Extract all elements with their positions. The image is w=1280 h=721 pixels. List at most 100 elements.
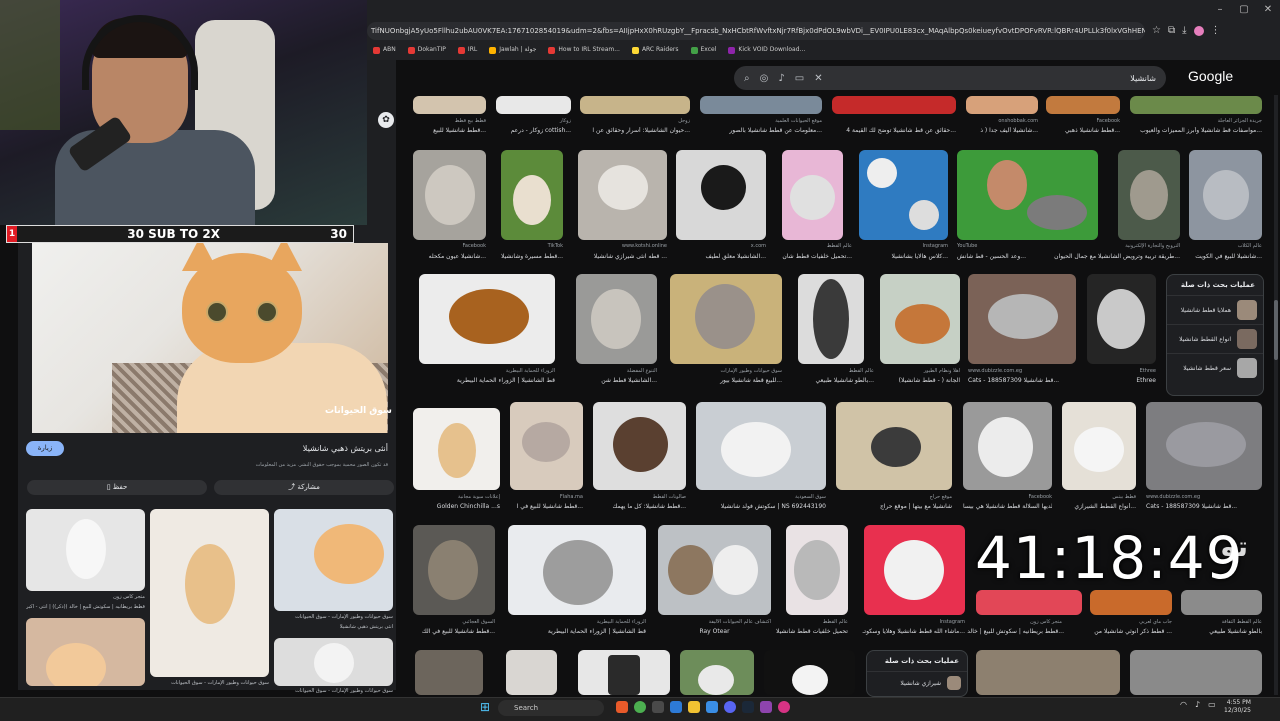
result-source[interactable]: سوق السعودية [696, 494, 826, 500]
result-title[interactable]: قطط ذكر أنوثي شانشيلا من ... [1070, 628, 1172, 635]
share-button[interactable]: ⤴ مشاركة [214, 480, 394, 495]
image-result[interactable] [859, 150, 948, 240]
result-source[interactable]: Flaha.ma [510, 494, 583, 500]
image-result[interactable] [957, 150, 1098, 240]
related-caption[interactable]: سوق حيوانات وطيور الإمارات - سوق الحيوان… [274, 688, 393, 694]
save-button[interactable]: ▯ حفظ [27, 480, 207, 495]
image-result[interactable] [864, 525, 965, 615]
result-title[interactable]: قطط شانشيلا للبيع... [413, 127, 486, 134]
bookmark-item[interactable]: DokanTIP [407, 42, 446, 58]
result-source[interactable]: جريدة الجزائر العاجلة [1130, 118, 1262, 124]
taskbar-search[interactable]: Search [498, 700, 604, 716]
profile-avatar[interactable] [1193, 26, 1204, 36]
result-source[interactable]: عالم القطط [786, 619, 848, 625]
image-result[interactable] [966, 96, 1038, 114]
related-image[interactable] [150, 509, 269, 677]
image-result[interactable] [1189, 150, 1262, 240]
related-caption[interactable]: قطط بريطانيه | سكوتش للبيع | خالد ((ذكر)… [26, 604, 145, 610]
image-result[interactable] [415, 650, 483, 695]
image-result[interactable] [1062, 402, 1136, 490]
result-title[interactable]: للبيع قطة شانشيلا بيور... [670, 377, 782, 384]
result-source[interactable]: عالم القطط [798, 368, 874, 374]
result-title[interactable]: تحميل خلفيات قطط شان... [772, 253, 852, 260]
image-result[interactable] [413, 408, 500, 490]
related-caption[interactable]: متجر كاس زون [26, 594, 145, 600]
result-source[interactable]: التنوع المفضلة [576, 368, 657, 374]
result-source[interactable]: Facebook [413, 243, 487, 249]
image-result[interactable] [508, 525, 646, 615]
mic-icon[interactable]: ♪ [778, 73, 784, 84]
image-result[interactable] [501, 150, 563, 240]
result-source[interactable]: www.dubizzle.com.eg [1146, 494, 1262, 500]
discord-icon[interactable] [724, 701, 736, 713]
result-title[interactable]: وعد الحسين - قط شانش... [957, 253, 1098, 260]
result-title[interactable]: حيوان الشانشيلا: أسرار وحقائق عن ا... [580, 127, 690, 134]
result-title[interactable]: قطط شانشيلا ذهبي... [1046, 127, 1120, 134]
result-source[interactable]: متجر كاس زون [976, 619, 1062, 625]
related-search-item[interactable]: هملايا قطط شانشيلا [1167, 295, 1263, 324]
result-title[interactable]: قط الشانشيلا | الزوراء الحماية البيطرية [419, 377, 555, 384]
related-search-item[interactable]: شيرازي شانشيلا [867, 671, 967, 694]
image-result[interactable] [1087, 274, 1156, 364]
result-source[interactable]: www.dubizzle.com.eg [968, 368, 1076, 374]
image-result[interactable] [580, 96, 690, 114]
image-result[interactable] [510, 402, 583, 490]
battery-icon[interactable]: ▭ [1208, 700, 1216, 709]
result-source[interactable]: Facebook [1046, 118, 1121, 124]
scrollbar-thumb[interactable] [1274, 300, 1278, 360]
image-result[interactable] [658, 525, 771, 615]
result-title[interactable]: الشانشيلا معلق لطيف... [676, 253, 766, 260]
result-source[interactable]: أهلا ونظام الطيور [880, 368, 960, 374]
image-result[interactable] [782, 150, 843, 240]
related-image[interactable] [26, 509, 145, 591]
image-result[interactable] [578, 150, 667, 240]
related-caption[interactable]: سوق حيوانات وطيور الإمارات - سوق الحيوان… [274, 614, 393, 620]
image-result[interactable] [968, 274, 1076, 364]
related-image[interactable] [274, 509, 393, 611]
result-title[interactable]: قطط شانشيلا: كل ما يهمك... [593, 503, 686, 510]
result-source[interactable]: Instagram [859, 243, 948, 249]
result-title[interactable]: كلاس هالايا بشانشيلا... [859, 253, 949, 260]
preview-title[interactable]: أنثى بريتش ذهبي شانشيلا [150, 444, 388, 453]
image-result[interactable] [832, 96, 956, 114]
image-result[interactable] [1181, 590, 1262, 615]
result-source[interactable]: الزوراء للحماية البيطرية [508, 619, 646, 625]
result-source[interactable]: صالونات القطط [593, 494, 686, 500]
windows-start-icon[interactable]: ⊞ [480, 700, 490, 714]
result-source[interactable]: قطط بيتس [1062, 494, 1136, 500]
file-explorer-icon[interactable] [688, 701, 700, 713]
result-title[interactable]: ماشاء الله قطط شانشيلا وهلايا وسكوتـ... [852, 628, 965, 635]
image-result[interactable] [1090, 590, 1172, 615]
result-source[interactable]: زوكار [496, 118, 571, 124]
page-scrollbar[interactable] [1274, 95, 1278, 695]
result-source[interactable]: سوق حيوانات وطيور الإمارات [670, 368, 782, 374]
image-result[interactable] [976, 590, 1082, 615]
result-title[interactable]: 4 حقائق عن قط شانشيلا توضح لك القيمة... [832, 127, 956, 134]
result-source[interactable]: الزوراء للحماية البيطرية [419, 368, 555, 374]
image-result[interactable] [1118, 150, 1180, 240]
paw-icon[interactable]: ✿ [378, 112, 394, 128]
image-result[interactable] [764, 650, 855, 695]
bookmark-star-icon[interactable]: ☆ [1152, 22, 1161, 40]
result-source[interactable]: www.kotshi.online [578, 243, 667, 249]
result-title[interactable]: شانشيلا للبيع في الكويت... [1189, 253, 1262, 260]
task-view-icon[interactable] [652, 701, 664, 713]
result-source[interactable]: x.com [676, 243, 766, 249]
keyboard-icon[interactable]: ▭ [795, 73, 804, 84]
result-source[interactable]: إعلانات مبوبة مجانية [413, 494, 500, 500]
related-search-item[interactable]: انواع القطط شانشيلا [1167, 324, 1263, 353]
related-caption[interactable]: سوق حيوانات وطيور الإمارات - سوق الحيوان… [150, 680, 269, 686]
result-source[interactable]: السوق العجائبي [413, 619, 495, 625]
image-result[interactable] [676, 150, 766, 240]
preview-image[interactable] [32, 243, 388, 433]
result-title[interactable]: شانشيلا أليف جداً ( ذ... [966, 127, 1038, 134]
bookmark-item[interactable]: Kick VOID Download... [728, 42, 805, 58]
image-result[interactable] [1046, 96, 1120, 114]
related-caption[interactable]: أنثى بريتش ذهبي شانشيلا [274, 624, 393, 630]
obs-icon[interactable] [778, 701, 790, 713]
image-result[interactable] [680, 650, 754, 695]
related-search-item[interactable]: سعر قطط شانشيلا [1167, 353, 1263, 382]
result-title[interactable]: قطه انثى شيرازي شانشيلا ... [570, 253, 667, 260]
download-icon[interactable]: ⤓ [1182, 22, 1186, 40]
lens-icon[interactable]: ◎ [760, 73, 769, 84]
